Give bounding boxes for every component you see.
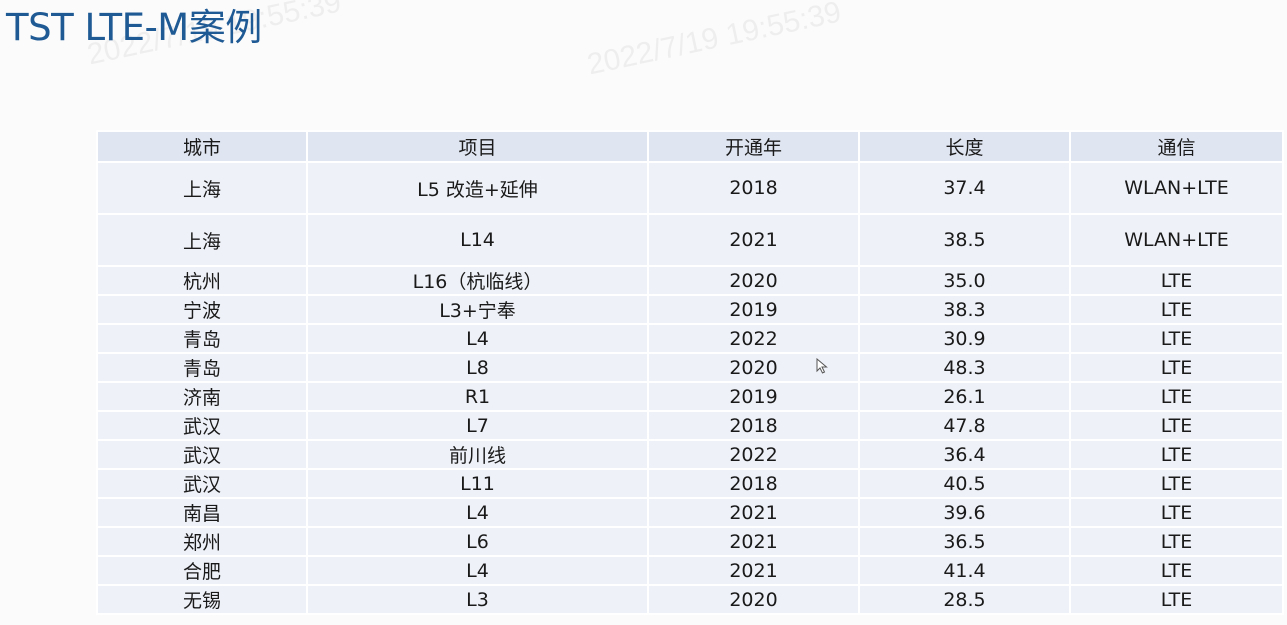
cell-city: 郑州 [96,526,308,557]
cell-length: 36.4 [858,439,1071,470]
header-city: 城市 [96,130,308,163]
cell-length: 36.5 [858,526,1071,557]
cell-project: L3+宁奉 [306,294,649,325]
cell-communication: WLAN+LTE [1069,161,1284,215]
cell-city: 无锡 [96,584,308,615]
cell-communication: WLAN+LTE [1069,213,1284,267]
cell-project: R1 [306,381,649,412]
cell-project: L16（杭临线） [306,265,649,296]
cell-communication: LTE [1069,294,1284,325]
cell-city: 武汉 [96,439,308,470]
header-length: 长度 [858,130,1071,163]
cell-project: L3 [306,584,649,615]
cell-length: 41.4 [858,555,1071,586]
cell-city: 青岛 [96,323,308,354]
cell-city: 上海 [96,213,308,267]
table-row: 武汉 L11 2018 40.5 LTE [96,468,1284,499]
cell-project: L8 [306,352,649,383]
cell-open-year: 2021 [647,526,860,557]
cell-length: 48.3 [858,352,1071,383]
cell-open-year: 2021 [647,213,860,267]
cell-project: L14 [306,213,649,267]
cell-open-year: 2018 [647,161,860,215]
header-project: 项目 [306,130,649,163]
cell-communication: LTE [1069,439,1284,470]
table-row: 青岛 L8 2020 48.3 LTE [96,352,1284,383]
cell-city: 合肥 [96,555,308,586]
cell-length: 30.9 [858,323,1071,354]
cell-open-year: 2018 [647,468,860,499]
table-row: 武汉 前川线 2022 36.4 LTE [96,439,1284,470]
cell-project: 前川线 [306,439,649,470]
cell-communication: LTE [1069,410,1284,441]
table-row: 南昌 L4 2021 39.6 LTE [96,497,1284,528]
cell-open-year: 2018 [647,410,860,441]
slide-title: TST LTE-M案例 [6,6,262,49]
cell-city: 武汉 [96,410,308,441]
case-table-container: 城市 项目 开通年 长度 通信 上海 L5 改造+延伸 2018 37.4 WLAN+L… [96,130,1284,615]
table-body: 上海 L5 改造+延伸 2018 37.4 WLAN+LTE 上海 L14 2021 38.5 W… [96,161,1284,615]
cell-length: 40.5 [858,468,1071,499]
cell-city: 南昌 [96,497,308,528]
table-row: 上海 L14 2021 38.5 WLAN+LTE [96,213,1284,267]
cell-length: 28.5 [858,584,1071,615]
cell-communication: LTE [1069,323,1284,354]
watermark: 2022/7/19 19:55:39 [584,0,845,82]
cell-open-year: 2020 [647,265,860,296]
table-row: 青岛 L4 2022 30.9 LTE [96,323,1284,354]
cell-project: L4 [306,555,649,586]
cell-length: 37.4 [858,161,1071,215]
cell-communication: LTE [1069,584,1284,615]
cell-open-year: 2021 [647,555,860,586]
cell-length: 38.5 [858,213,1071,267]
cell-open-year: 2022 [647,439,860,470]
cell-communication: LTE [1069,468,1284,499]
cell-open-year: 2022 [647,323,860,354]
table-row: 上海 L5 改造+延伸 2018 37.4 WLAN+LTE [96,161,1284,215]
cell-communication: LTE [1069,352,1284,383]
cell-length: 35.0 [858,265,1071,296]
cell-communication: LTE [1069,555,1284,586]
cell-project: L5 改造+延伸 [306,161,649,215]
cell-open-year: 2021 [647,497,860,528]
table-row: 无锡 L3 2020 28.5 LTE [96,584,1284,615]
cell-city: 青岛 [96,352,308,383]
table-row: 杭州 L16（杭临线） 2020 35.0 LTE [96,265,1284,296]
cell-length: 47.8 [858,410,1071,441]
cell-communication: LTE [1069,526,1284,557]
table-header-row: 城市 项目 开通年 长度 通信 [96,130,1284,163]
cell-length: 39.6 [858,497,1071,528]
cell-city: 武汉 [96,468,308,499]
cell-open-year: 2019 [647,294,860,325]
cell-city: 宁波 [96,294,308,325]
cell-city: 济南 [96,381,308,412]
cell-open-year: 2019 [647,381,860,412]
cell-project: L4 [306,497,649,528]
cell-communication: LTE [1069,381,1284,412]
table-row: 济南 R1 2019 26.1 LTE [96,381,1284,412]
cell-open-year: 2020 [647,584,860,615]
cell-length: 38.3 [858,294,1071,325]
cell-city: 杭州 [96,265,308,296]
cell-project: L6 [306,526,649,557]
mouse-pointer-icon [816,358,828,374]
cell-project: L11 [306,468,649,499]
table-row: 武汉 L7 2018 47.8 LTE [96,410,1284,441]
table-row: 合肥 L4 2021 41.4 LTE [96,555,1284,586]
table-row: 宁波 L3+宁奉 2019 38.3 LTE [96,294,1284,325]
cell-project: L4 [306,323,649,354]
header-open-year: 开通年 [647,130,860,163]
case-table: 城市 项目 开通年 长度 通信 上海 L5 改造+延伸 2018 37.4 WLAN+L… [96,130,1284,615]
table-row: 郑州 L6 2021 36.5 LTE [96,526,1284,557]
cell-communication: LTE [1069,497,1284,528]
cell-project: L7 [306,410,649,441]
cell-communication: LTE [1069,265,1284,296]
header-communication: 通信 [1069,130,1284,163]
cell-length: 26.1 [858,381,1071,412]
cell-city: 上海 [96,161,308,215]
